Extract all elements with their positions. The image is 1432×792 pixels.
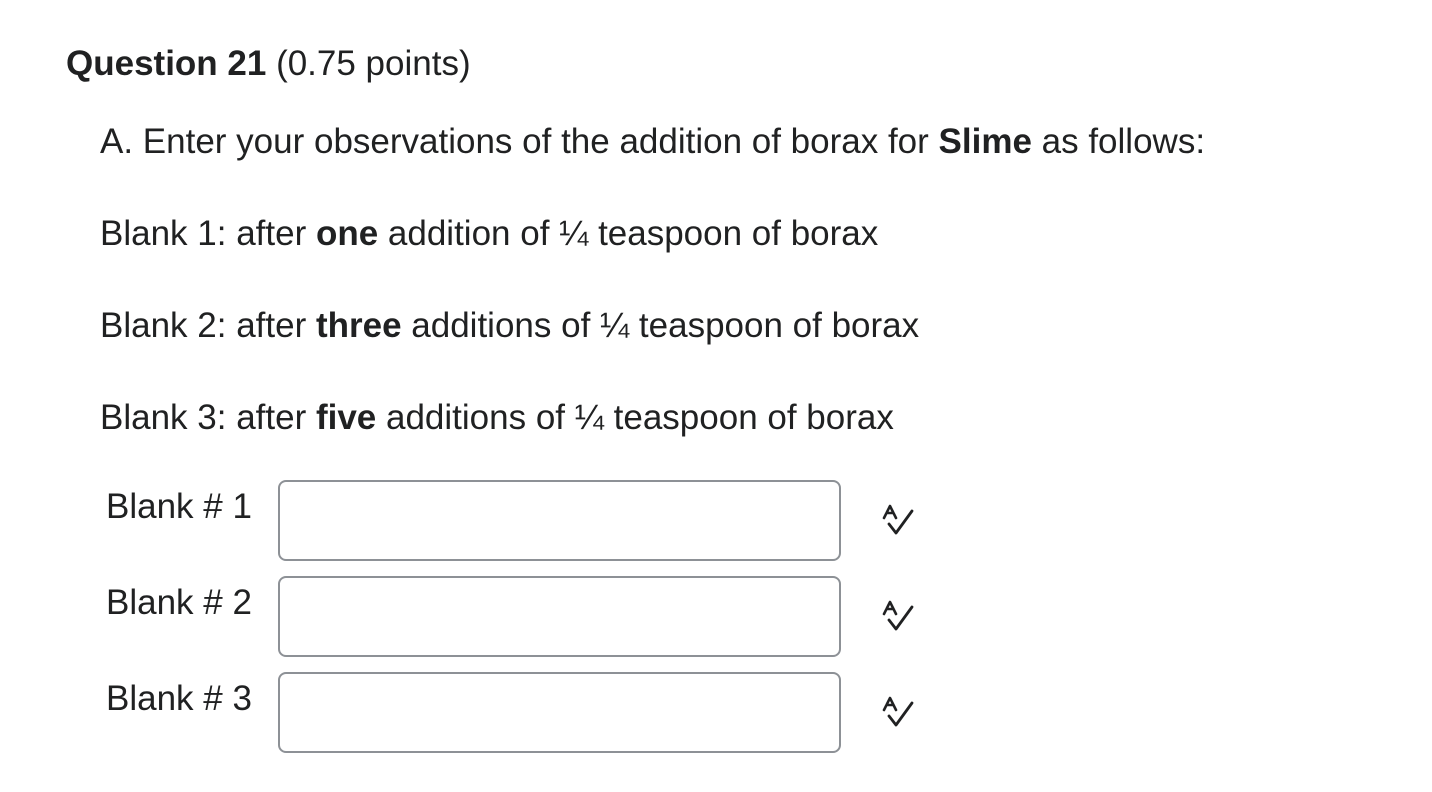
blank-1-label: Blank # 1 — [106, 487, 252, 526]
instruction-text: Blank 2: after — [100, 306, 316, 345]
blank-row-1: Blank # 1 — [0, 479, 1000, 563]
blank-2-instruction: Blank 2: after three additions of ¼ teas… — [100, 304, 919, 348]
instruction-bold-text: one — [315, 214, 379, 253]
blank-1-instruction: Blank 1: after one addition of ¼ teaspoo… — [100, 212, 878, 256]
question-prompt: A. Enter your observations of the additi… — [100, 120, 1205, 164]
question-title: Question 21 — [66, 44, 267, 83]
blank-3-instruction: Blank 3: after five additions of ¼ teasp… — [100, 396, 894, 440]
spell-check-icon[interactable] — [878, 501, 918, 541]
blank-row-3: Blank # 3 — [0, 671, 1000, 755]
spell-check-icon[interactable] — [878, 693, 918, 733]
instruction-text: Blank 1: after — [100, 214, 316, 253]
blank-2-label: Blank # 2 — [106, 583, 252, 622]
instruction-text: additions of ¼ teaspoon of borax — [376, 398, 894, 437]
instruction-text: addition of ¼ teaspoon of borax — [378, 214, 879, 253]
question-header: Question 21 (0.75 points) — [66, 42, 471, 86]
prompt-text: A. Enter your observations of the additi… — [100, 122, 939, 161]
blank-1-input[interactable] — [278, 480, 841, 561]
instruction-text: additions of ¼ teaspoon of borax — [401, 306, 920, 345]
instruction-bold-text: five — [315, 398, 377, 437]
blank-3-label: Blank # 3 — [106, 679, 252, 718]
instruction-bold-text: three — [315, 306, 402, 345]
instruction-text: Blank 3: after — [100, 398, 316, 437]
prompt-text: as follows: — [1031, 122, 1206, 161]
spell-check-icon[interactable] — [878, 597, 918, 637]
blank-row-2: Blank # 2 — [0, 575, 1000, 659]
prompt-bold-text: Slime — [938, 122, 1032, 161]
question-points: (0.75 points) — [276, 44, 471, 83]
blank-3-input[interactable] — [278, 672, 841, 753]
blank-2-input[interactable] — [278, 576, 841, 657]
